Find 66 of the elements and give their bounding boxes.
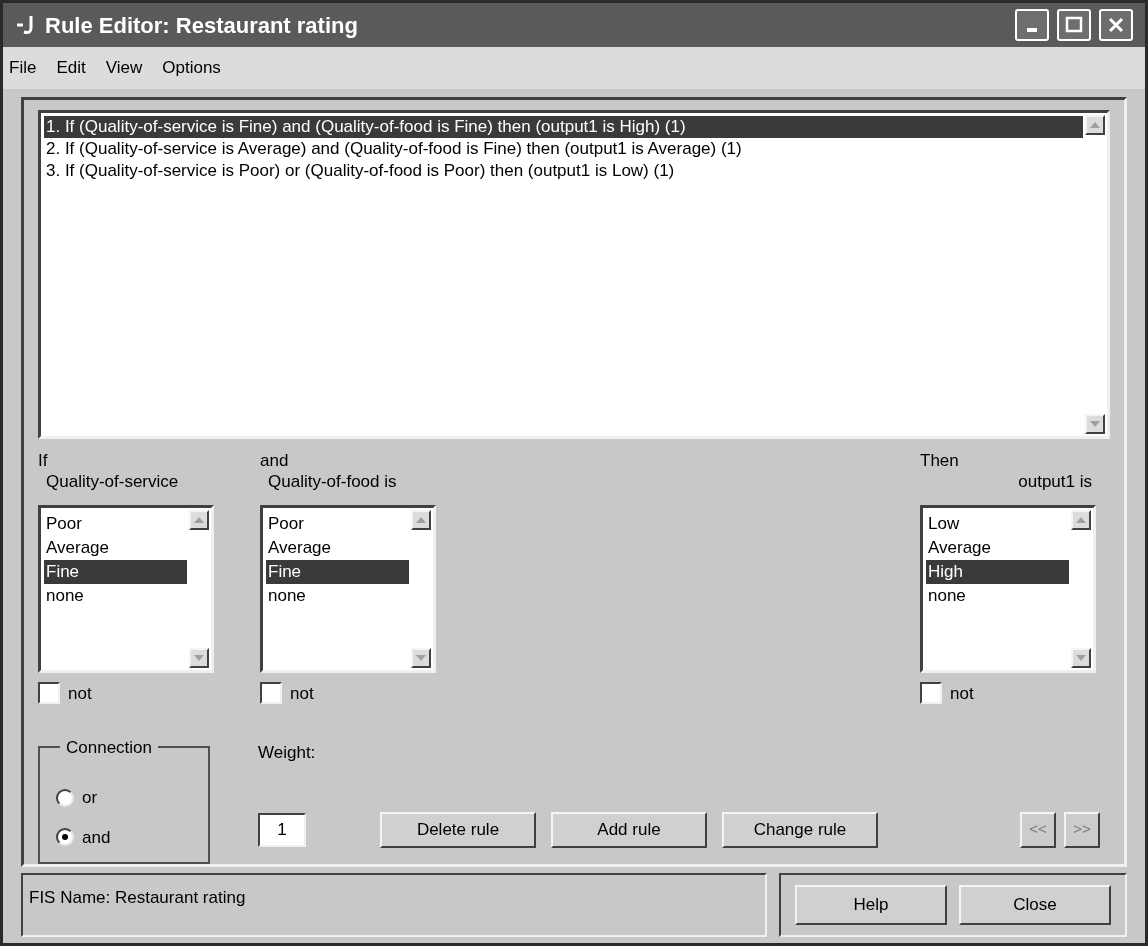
list-item[interactable]: High — [926, 559, 1069, 584]
list-item[interactable]: Fine — [44, 559, 187, 584]
up-arrow-icon — [1090, 122, 1100, 128]
weight-label: Weight: — [258, 742, 317, 764]
rule-item[interactable]: 2. If (Quality-of-service is Average) and (Quality-of-food is Fine) then (output1 is Average) (1) — [44, 138, 1083, 160]
maximize-icon — [1065, 16, 1083, 34]
variable-label: Quality-of-food is — [267, 470, 398, 493]
maximize-button[interactable] — [1057, 9, 1091, 41]
down-arrow-icon — [194, 654, 204, 661]
window-title: Rule Editor: Restaurant rating — [45, 11, 358, 40]
status-text: FIS Name: Restaurant rating — [29, 888, 246, 907]
footer-button[interactable]: Close — [959, 885, 1111, 925]
down-arrow-icon — [1090, 420, 1100, 427]
minimize-icon — [1027, 28, 1037, 32]
checkbox-label: not — [290, 682, 314, 705]
list-item[interactable]: Average — [266, 535, 409, 560]
radio-label: or — [82, 787, 98, 809]
list-item[interactable]: Poor — [44, 511, 187, 536]
menu-item[interactable]: Edit — [56, 55, 86, 81]
radio-button[interactable] — [56, 828, 74, 847]
down-arrow-icon — [1076, 654, 1086, 661]
menu-item[interactable]: File — [9, 55, 37, 81]
weight-field[interactable]: 1 — [258, 812, 306, 847]
down-arrow-icon — [416, 654, 426, 661]
up-arrow-icon — [194, 516, 204, 523]
rule-item[interactable]: 3. If (Quality-of-service is Poor) or (Quality-of-food is Poor) then (output1 is Low) (1) — [44, 160, 1083, 182]
connector-label: If — [38, 450, 49, 471]
radio-label: and — [82, 826, 111, 849]
scroll-up-button[interactable] — [189, 509, 209, 530]
list-item[interactable]: Poor — [266, 511, 409, 536]
up-arrow-icon — [416, 516, 426, 523]
close-button[interactable] — [1099, 9, 1133, 41]
list-item[interactable]: none — [926, 583, 1069, 608]
checkbox[interactable] — [920, 682, 942, 705]
footer-button[interactable]: Help — [795, 885, 947, 925]
checkbox[interactable] — [260, 682, 282, 705]
up-arrow-icon — [1076, 516, 1086, 523]
list-item[interactable]: Average — [926, 535, 1069, 560]
list-item[interactable]: Low — [926, 511, 1069, 536]
scroll-down-button[interactable] — [189, 647, 209, 668]
menu-item[interactable]: Options — [162, 55, 221, 81]
menu-item[interactable]: View — [105, 55, 143, 81]
close-icon — [1107, 16, 1125, 34]
connector-label: Then — [920, 450, 960, 471]
action-button[interactable]: Delete rule — [380, 811, 536, 848]
minimize-button[interactable] — [1015, 9, 1049, 41]
scroll-up-button[interactable] — [1071, 509, 1091, 530]
list-item[interactable]: Fine — [266, 559, 409, 584]
radio-button[interactable] — [56, 788, 74, 807]
variable-label: Quality-of-service — [45, 470, 180, 493]
scroll-down-button[interactable] — [1085, 413, 1105, 434]
connector-label: and — [260, 450, 290, 471]
checkbox[interactable] — [38, 682, 60, 705]
action-button[interactable]: Add rule — [551, 811, 707, 848]
scroll-up-button[interactable] — [1085, 115, 1105, 135]
list-item[interactable]: none — [44, 583, 187, 608]
list-item[interactable]: Average — [44, 535, 187, 560]
scroll-down-button[interactable] — [1071, 647, 1091, 668]
list-item[interactable]: none — [266, 583, 409, 608]
checkbox-label: not — [68, 682, 92, 705]
action-button[interactable]: Change rule — [722, 811, 878, 848]
checkbox-label: not — [950, 682, 974, 705]
scroll-up-button[interactable] — [411, 509, 431, 530]
rule-item[interactable]: 1. If (Quality-of-service is Fine) and (Quality-of-food is Fine) then (output1 is High) (1) — [44, 116, 1083, 138]
variable-label: output1 is — [1018, 470, 1093, 493]
scroll-down-button[interactable] — [411, 647, 431, 668]
